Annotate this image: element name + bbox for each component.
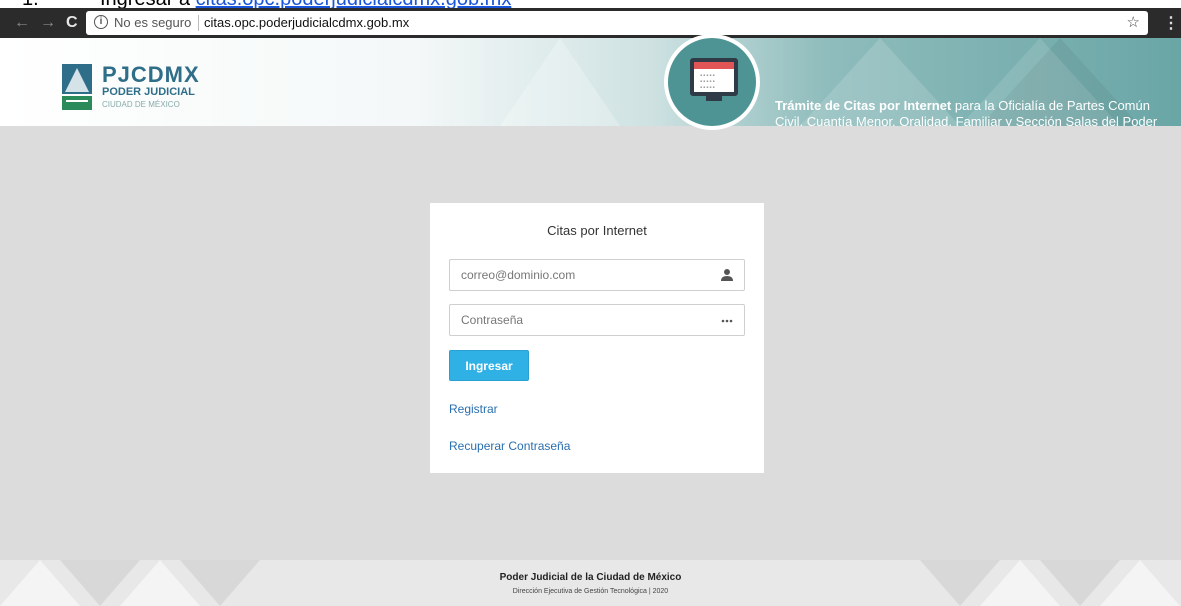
login-title: Citas por Internet [547,223,647,238]
back-icon[interactable]: ← [14,13,30,33]
url-text[interactable]: citas.opc.poderjudicialcdmx.gob.mx [204,15,409,30]
site-footer: Poder Judicial de la Ciudad de México Di… [0,560,1181,606]
logo-title: PJCDMX [102,62,200,87]
calendar-grid-icon: ▪▪▪▪▪ ▪▪▪▪▪ ▪▪▪▪▪ [700,73,716,91]
login-button[interactable]: Ingresar [449,350,529,381]
site-header: PJCDMX PODER JUDICIAL CIUDAD DE MÉXICO T… [0,38,1181,126]
step-link[interactable]: citas.opc.poderjudicialcdmx.gob.mx [196,0,512,8]
info-icon[interactable]: i [94,15,108,29]
password-field[interactable] [449,304,745,336]
monitor-stand-icon [706,96,722,101]
address-bar[interactable]: i No es seguro citas.opc.poderjudicialcd… [86,11,1148,35]
password-dots-icon [721,319,733,323]
email-field[interactable] [449,259,745,291]
password-input[interactable] [450,305,710,335]
tagline-bold: Trámite de Citas por Internet [775,98,952,113]
footer-subtitle: Dirección Ejecutiva de Gestión Tecnológi… [512,588,669,595]
pjcdmx-logo[interactable]: PJCDMX PODER JUDICIAL CIUDAD DE MÉXICO [62,62,202,118]
screen-icon: ▪▪▪▪▪ ▪▪▪▪▪ ▪▪▪▪▪ [690,58,738,96]
address-separator [198,15,199,31]
reload-icon[interactable]: C [66,13,78,33]
register-link[interactable]: Registrar [449,402,498,416]
email-input[interactable] [450,260,710,290]
header-tagline: Trámite de Citas por Internet para la Of… [775,98,1175,126]
login-card: Citas por Internet Ingresar Registrar Re… [430,203,764,473]
footer-pattern [0,560,1180,606]
forward-icon[interactable]: → [40,13,56,33]
browser-toolbar: ← → C i No es seguro citas.opc.poderjudi… [0,8,1181,38]
recover-password-link[interactable]: Recuperar Contraseña [449,439,570,453]
document-caption: 1. Ingresar a citas.opc.poderjudicialcdm… [0,0,1181,8]
logo-subtitle: PODER JUDICIAL [102,86,195,98]
security-label: No es seguro [114,15,192,30]
footer-title: Poder Judicial de la Ciudad de México [499,572,682,583]
calendar-header-icon [694,62,734,69]
step-label: Ingresar a [100,0,190,8]
step-text: Ingresar a citas.opc.poderjudicialcdmx.g… [100,0,511,8]
step-number: 1. [22,0,39,8]
menu-icon[interactable]: ⋮ [1163,13,1179,33]
logo-mark-icon [62,64,92,110]
logo-subtitle-city: CIUDAD DE MÉXICO [102,100,180,109]
user-icon [721,269,733,281]
calendar-computer-icon: ▪▪▪▪▪ ▪▪▪▪▪ ▪▪▪▪▪ [664,34,760,130]
star-icon[interactable]: ☆ [1127,13,1140,31]
